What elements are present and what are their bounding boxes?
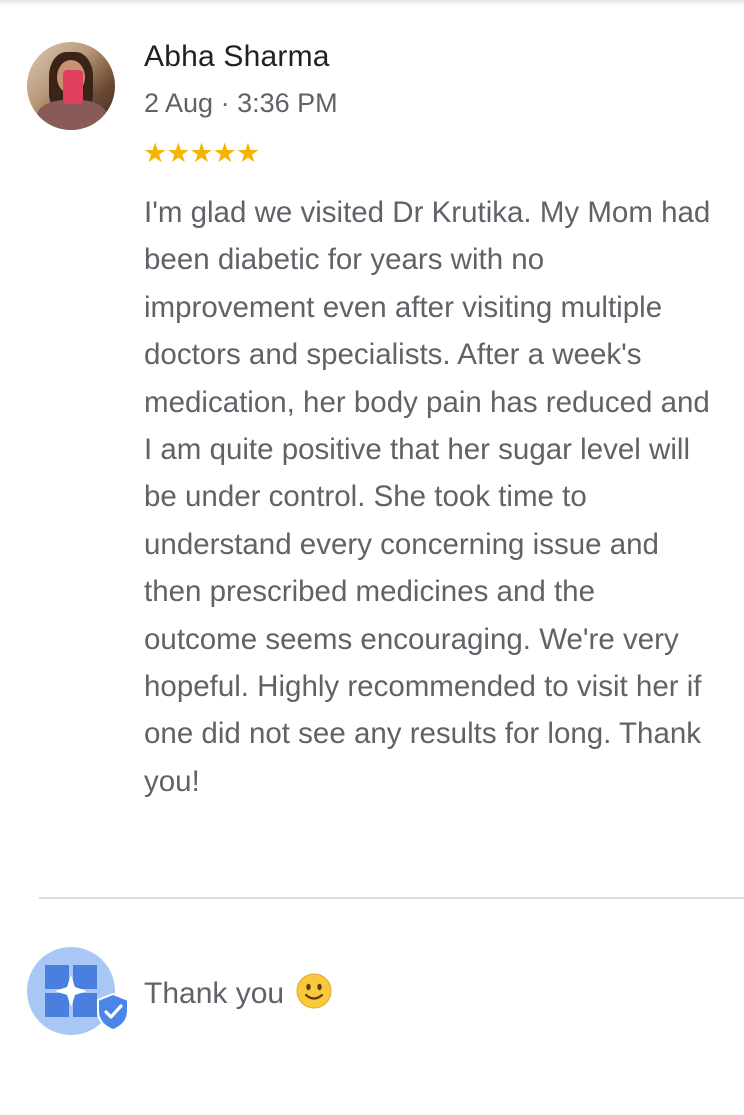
reviewer-avatar[interactable] (27, 42, 115, 130)
review-text: I'm glad we visited Dr Krutika. My Mom h… (144, 196, 711, 798)
avatar-phone (63, 70, 83, 104)
top-edge-shadow (0, 0, 744, 6)
avatar-body (37, 100, 107, 130)
reviewer-name[interactable]: Abha Sharma (144, 40, 330, 74)
star-rating: ★★★★★ (143, 138, 260, 168)
slightly-smiling-face-icon (296, 973, 332, 1017)
divider (39, 897, 744, 899)
reply-text: Thank you (144, 977, 285, 1010)
reply-text-row: Thank you (144, 973, 332, 1017)
verified-shield-icon (97, 993, 129, 1031)
review-date: 2 Aug · 3:36 PM (144, 88, 338, 118)
